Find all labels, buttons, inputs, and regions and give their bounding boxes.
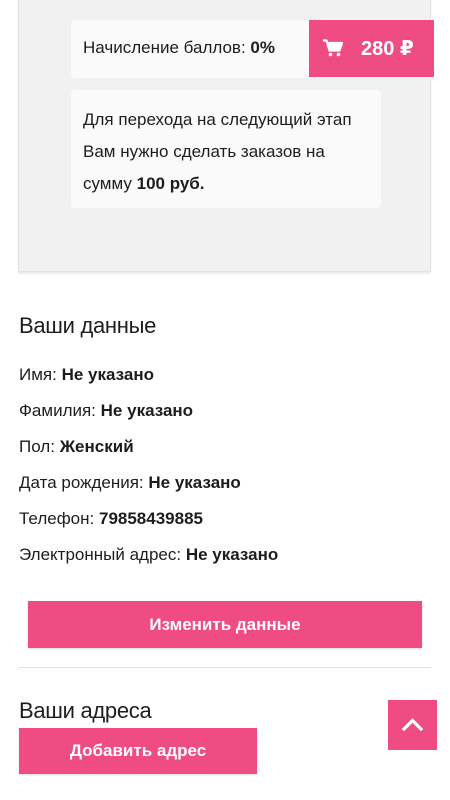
birth-date-label: Дата рождения: [19,473,144,492]
next-stage-message: Для перехода на следующий этап Вам нужно… [83,110,352,193]
gender-label: Пол: [19,437,55,456]
last-name-value: Не указано [100,401,194,420]
scroll-to-top-button[interactable] [388,700,437,750]
cart-icon [323,39,343,57]
chevron-up-icon [402,718,423,731]
phone-label: Телефон: [19,509,95,528]
first-name-row: Имя: Не указано [19,365,154,385]
email-label: Электронный адрес: [19,545,182,564]
profile-section-title: Ваши данные [19,313,157,338]
next-stage-amount: 100 руб. [136,174,205,193]
section-divider [18,667,431,668]
cart-total: 280 ₽ [361,38,414,60]
phone-value: 79858439885 [98,509,203,528]
email-value: Не указано [185,545,279,564]
profile-page: Начисление баллов: 0% Для перехода на сл… [0,0,450,800]
points-box: Начисление баллов: 0% [71,20,319,78]
first-name-label: Имя: [19,365,57,384]
cart-button[interactable]: 280 ₽ [309,20,434,77]
next-stage-box: Для перехода на следующий этап Вам нужно… [71,90,381,208]
first-name-value: Не указано [61,365,154,384]
addresses-section-title: Ваши адреса [19,698,152,723]
edit-data-button[interactable]: Изменить данные [28,601,422,648]
gender-row: Пол: Женский [19,437,134,457]
phone-row: Телефон: 79858439885 [19,509,203,529]
next-stage-text: Для перехода на следующий этап Вам нужно… [83,104,373,200]
gender-value: Женский [59,437,134,456]
last-name-row: Фамилия: Не указано [19,401,193,421]
email-row: Электронный адрес: Не указано [19,545,278,565]
points-value: 0% [250,38,275,57]
birth-date-value: Не указано [148,473,241,492]
birth-date-row: Дата рождения: Не указано [19,473,241,493]
points-text: Начисление баллов: 0% [83,38,275,58]
last-name-label: Фамилия: [19,401,96,420]
points-label: Начисление баллов: [83,38,246,57]
add-address-button[interactable]: Добавить адрес [19,728,257,774]
